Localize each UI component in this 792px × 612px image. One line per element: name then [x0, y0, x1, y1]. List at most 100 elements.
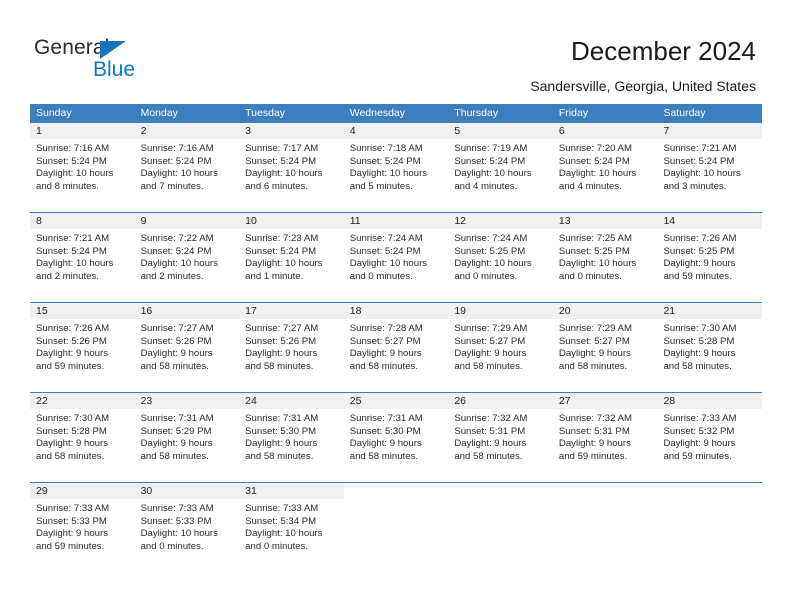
day-number: 8 — [36, 215, 42, 227]
page-title: December 2024 — [571, 36, 756, 66]
daylight-text-line2: and 58 minutes. — [245, 360, 314, 372]
day-number-band: 10 — [239, 213, 344, 229]
calendar-day-cell[interactable]: 27 Sunrise: 7:32 AM Sunset: 5:31 PM Dayl… — [552, 393, 658, 482]
brand-name-blue: Blue — [93, 58, 136, 81]
calendar-day-cell[interactable]: 29 Sunrise: 7:33 AM Sunset: 5:33 PM Dayl… — [30, 483, 135, 572]
day-number-band: 7 — [657, 123, 763, 139]
calendar-day-cell[interactable]: 30 Sunrise: 7:33 AM Sunset: 5:33 PM Dayl… — [134, 483, 240, 572]
calendar-day-cell[interactable]: 5 Sunrise: 7:19 AM Sunset: 5:24 PM Dayli… — [448, 123, 553, 212]
calendar-day-cell[interactable]: 9 Sunrise: 7:22 AM Sunset: 5:24 PM Dayli… — [134, 213, 240, 302]
calendar-day-cell[interactable]: 10 Sunrise: 7:23 AM Sunset: 5:24 PM Dayl… — [239, 213, 344, 302]
weekday-header-row: Sunday Monday Tuesday Wednesday Thursday… — [30, 104, 762, 123]
sunrise-text: Sunrise: 7:29 AM — [454, 323, 528, 334]
daylight-text-line1: Daylight: 10 hours — [140, 258, 218, 270]
day-number: 30 — [140, 485, 153, 497]
day-number-band: 6 — [552, 123, 658, 139]
calendar-day-cell[interactable]: 17 Sunrise: 7:27 AM Sunset: 5:26 PM Dayl… — [239, 303, 344, 392]
daylight-text-line2: and 58 minutes. — [36, 450, 105, 462]
calendar-day-cell[interactable]: 4 Sunrise: 7:18 AM Sunset: 5:24 PM Dayli… — [343, 123, 449, 212]
calendar-day-cell[interactable]: 3 Sunrise: 7:17 AM Sunset: 5:24 PM Dayli… — [239, 123, 344, 212]
calendar-day-cell[interactable]: 25 Sunrise: 7:31 AM Sunset: 5:30 PM Dayl… — [343, 393, 449, 482]
day-number: 20 — [558, 305, 571, 317]
sunset-text: Sunset: 5:31 PM — [454, 425, 526, 437]
calendar-day-cell[interactable]: 22 Sunrise: 7:30 AM Sunset: 5:28 PM Dayl… — [30, 393, 135, 482]
calendar-day-cell[interactable]: 14 Sunrise: 7:26 AM Sunset: 5:25 PM Dayl… — [657, 213, 763, 302]
calendar-day-cell[interactable]: 6 Sunrise: 7:20 AM Sunset: 5:24 PM Dayli… — [552, 123, 658, 212]
calendar-day-cell[interactable]: 19 Sunrise: 7:29 AM Sunset: 5:27 PM Dayl… — [448, 303, 553, 392]
calendar-day-cell[interactable]: 15 Sunrise: 7:26 AM Sunset: 5:26 PM Dayl… — [30, 303, 135, 392]
calendar-day-cell[interactable]: 23 Sunrise: 7:31 AM Sunset: 5:29 PM Dayl… — [134, 393, 240, 482]
daylight-text-line2: and 58 minutes. — [349, 360, 419, 372]
sunrise-text: Sunrise: 7:25 AM — [558, 233, 632, 244]
calendar-day-cell[interactable]: 12 Sunrise: 7:24 AM Sunset: 5:25 PM Dayl… — [448, 213, 553, 302]
sunrise-text: Sunrise: 7:17 AM — [245, 143, 319, 154]
day-details: Sunrise: 7:16 AM Sunset: 5:24 PM Dayligh… — [135, 139, 240, 193]
daylight-text-line1: Daylight: 10 hours — [36, 168, 114, 180]
day-number-band: 30 — [134, 483, 240, 499]
calendar-day-cell[interactable]: 16 Sunrise: 7:27 AM Sunset: 5:26 PM Dayl… — [134, 303, 240, 392]
day-number: 29 — [36, 485, 48, 497]
sunset-text: Sunset: 5:25 PM — [454, 245, 526, 257]
day-details: Sunrise: 7:30 AM Sunset: 5:28 PM Dayligh… — [30, 409, 135, 463]
daylight-text-line2: and 59 minutes. — [36, 360, 105, 372]
calendar-day-cell[interactable]: 21 Sunrise: 7:30 AM Sunset: 5:28 PM Dayl… — [657, 303, 763, 392]
day-details: Sunrise: 7:33 AM Sunset: 5:32 PM Dayligh… — [657, 409, 762, 463]
sunset-text: Sunset: 5:27 PM — [349, 335, 421, 347]
brand-logo[interactable]: General Blue — [34, 36, 204, 84]
sunrise-text: Sunrise: 7:19 AM — [454, 143, 528, 154]
daylight-text-line1: Daylight: 9 hours — [349, 348, 422, 360]
day-number-band: 1 — [30, 123, 135, 139]
calendar-day-cell[interactable]: 8 Sunrise: 7:21 AM Sunset: 5:24 PM Dayli… — [30, 213, 135, 302]
calendar-day-cell[interactable]: 20 Sunrise: 7:29 AM Sunset: 5:27 PM Dayl… — [552, 303, 658, 392]
calendar-day-cell[interactable]: 2 Sunrise: 7:16 AM Sunset: 5:24 PM Dayli… — [134, 123, 240, 212]
sunset-text: Sunset: 5:24 PM — [36, 155, 107, 167]
daylight-text-line1: Daylight: 9 hours — [558, 348, 631, 360]
sunrise-text: Sunrise: 7:26 AM — [36, 323, 110, 334]
calendar-day-cell[interactable]: 24 Sunrise: 7:31 AM Sunset: 5:30 PM Dayl… — [239, 393, 344, 482]
day-details: Sunrise: 7:29 AM Sunset: 5:27 PM Dayligh… — [448, 319, 553, 373]
sunrise-text: Sunrise: 7:31 AM — [349, 413, 423, 424]
sunset-text: Sunset: 5:24 PM — [140, 155, 212, 167]
day-details: Sunrise: 7:27 AM Sunset: 5:26 PM Dayligh… — [135, 319, 240, 373]
day-number: 27 — [558, 395, 571, 407]
sunset-text: Sunset: 5:24 PM — [245, 155, 317, 167]
weekday-header-sunday: Sunday — [36, 107, 72, 119]
calendar-day-cell[interactable]: 11 Sunrise: 7:24 AM Sunset: 5:24 PM Dayl… — [343, 213, 449, 302]
sunrise-text: Sunrise: 7:31 AM — [245, 413, 319, 424]
calendar-day-cell[interactable]: 31 Sunrise: 7:33 AM Sunset: 5:34 PM Dayl… — [239, 483, 344, 572]
sunrise-text: Sunrise: 7:30 AM — [663, 323, 737, 334]
day-number-band: 22 — [30, 393, 135, 409]
calendar-week-row: 15 Sunrise: 7:26 AM Sunset: 5:26 PM Dayl… — [30, 302, 763, 392]
weekday-header-monday: Monday — [140, 107, 178, 119]
sunset-text: Sunset: 5:24 PM — [454, 155, 526, 167]
sunrise-text: Sunrise: 7:27 AM — [140, 323, 214, 334]
day-number: 4 — [349, 125, 356, 137]
sunrise-text: Sunrise: 7:32 AM — [454, 413, 528, 424]
day-number-band: 2 — [134, 123, 240, 139]
day-details: Sunrise: 7:31 AM Sunset: 5:30 PM Dayligh… — [344, 409, 449, 463]
daylight-text-line1: Daylight: 9 hours — [140, 438, 213, 450]
calendar-day-cell[interactable]: 28 Sunrise: 7:33 AM Sunset: 5:32 PM Dayl… — [657, 393, 763, 482]
sunrise-text: Sunrise: 7:21 AM — [663, 143, 737, 154]
day-details: Sunrise: 7:18 AM Sunset: 5:24 PM Dayligh… — [344, 139, 449, 193]
calendar-day-cell[interactable]: 26 Sunrise: 7:32 AM Sunset: 5:31 PM Dayl… — [448, 393, 553, 482]
sunrise-text: Sunrise: 7:21 AM — [36, 233, 110, 244]
calendar-day-cell[interactable]: 13 Sunrise: 7:25 AM Sunset: 5:25 PM Dayl… — [552, 213, 658, 302]
sunrise-text: Sunrise: 7:18 AM — [349, 143, 423, 154]
calendar-day-cell[interactable]: 7 Sunrise: 7:21 AM Sunset: 5:24 PM Dayli… — [657, 123, 763, 212]
day-number-band: 26 — [448, 393, 553, 409]
sunset-text: Sunset: 5:27 PM — [558, 335, 630, 347]
calendar-day-cell[interactable]: 18 Sunrise: 7:28 AM Sunset: 5:27 PM Dayl… — [343, 303, 449, 392]
daylight-text-line2: and 59 minutes. — [663, 270, 732, 282]
sunset-text: Sunset: 5:27 PM — [454, 335, 526, 347]
day-number-band: 25 — [343, 393, 449, 409]
calendar-day-cell-empty — [552, 483, 658, 572]
sunset-text: Sunset: 5:28 PM — [36, 425, 107, 437]
day-number: 26 — [454, 395, 466, 407]
calendar-day-cell[interactable]: 1 Sunrise: 7:16 AM Sunset: 5:24 PM Dayli… — [30, 123, 135, 212]
sunset-text: Sunset: 5:25 PM — [663, 245, 735, 257]
daylight-text-line2: and 0 minutes. — [245, 540, 309, 552]
sunset-text: Sunset: 5:30 PM — [245, 425, 317, 437]
daylight-text-line2: and 58 minutes. — [663, 360, 732, 372]
daylight-text-line1: Daylight: 9 hours — [454, 348, 527, 360]
